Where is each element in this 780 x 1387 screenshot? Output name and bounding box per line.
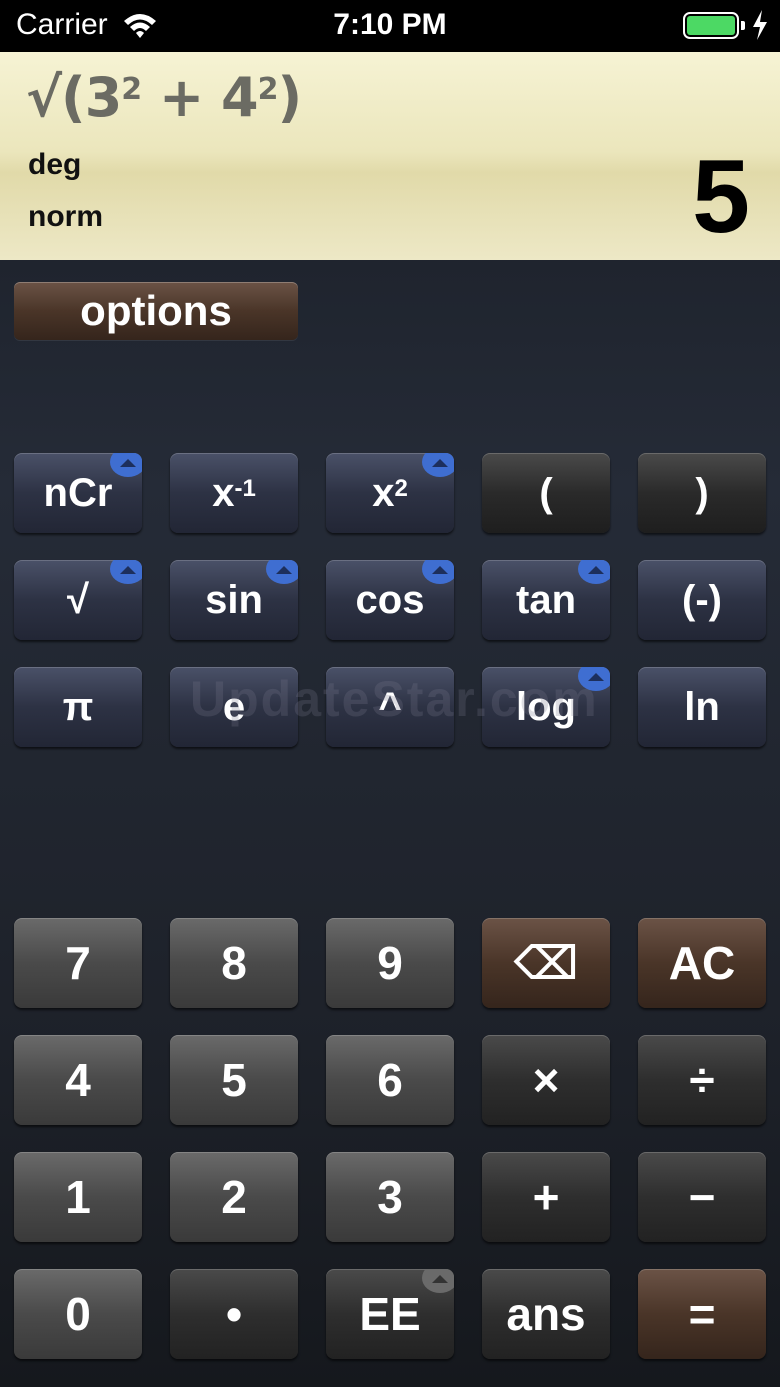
shift-indicator-icon [578, 560, 610, 584]
square-base: x [372, 471, 395, 515]
digit-4-button[interactable]: 4 [14, 1035, 142, 1125]
digit-0-button[interactable]: 0 [14, 1269, 142, 1359]
add-button[interactable]: + [482, 1152, 610, 1242]
shift-indicator-icon [266, 560, 298, 584]
tan-button[interactable]: tan [482, 560, 610, 640]
decimal-button[interactable]: • [170, 1269, 298, 1359]
digit-5-button[interactable]: 5 [170, 1035, 298, 1125]
digit-6-button[interactable]: 6 [326, 1035, 454, 1125]
ln-button[interactable]: ln [638, 667, 766, 747]
battery-tip [741, 21, 745, 30]
battery-icon [683, 12, 739, 39]
ans-button[interactable]: ans [482, 1269, 610, 1359]
digit-8-button[interactable]: 8 [170, 918, 298, 1008]
ncr-label: nCr [43, 471, 113, 515]
open-paren-button[interactable]: ( [482, 453, 610, 533]
shift-indicator-icon [110, 560, 142, 584]
expr-exp1: 2 [121, 72, 142, 107]
number-mode-label: norm [28, 200, 103, 233]
result-value: 5 [692, 139, 750, 255]
all-clear-button[interactable]: AC [638, 918, 766, 1008]
calculator-display: √(32 + 42) deg norm 5 [0, 52, 780, 260]
shift-indicator-icon [422, 1269, 454, 1293]
reciprocal-button[interactable]: x-1 [170, 453, 298, 533]
pi-button[interactable]: π [14, 667, 142, 747]
subtract-button[interactable]: − [638, 1152, 766, 1242]
watermark: UpdateStar.com [190, 671, 599, 727]
square-button[interactable]: x2 [326, 453, 454, 533]
square-exp: 2 [394, 475, 408, 502]
digit-9-button[interactable]: 9 [326, 918, 454, 1008]
close-paren-button[interactable]: ) [638, 453, 766, 533]
backspace-button[interactable]: ⌫ [482, 918, 610, 1008]
shift-indicator-icon [422, 453, 454, 477]
cos-label: cos [355, 578, 425, 622]
shift-indicator-icon [422, 560, 454, 584]
expr-exp2: 2 [257, 72, 279, 107]
expression-text: √(32 + 42) [26, 66, 302, 129]
options-button[interactable]: options [14, 282, 298, 340]
sqrt-label: √ [67, 578, 89, 622]
digit-2-button[interactable]: 2 [170, 1152, 298, 1242]
angle-mode-label: deg [28, 148, 82, 181]
digit-3-button[interactable]: 3 [326, 1152, 454, 1242]
reciprocal-base: x [212, 471, 235, 515]
charging-bolt-icon [753, 10, 767, 40]
reciprocal-exp: -1 [234, 475, 256, 502]
ee-button[interactable]: EE [326, 1269, 454, 1359]
divide-button[interactable]: ÷ [638, 1035, 766, 1125]
sqrt-button[interactable]: √ [14, 560, 142, 640]
clock: 7:10 PM [333, 8, 447, 41]
expr-mid: + 4 [141, 66, 259, 129]
negate-button[interactable]: (-) [638, 560, 766, 640]
expr-end: ) [277, 66, 302, 129]
multiply-button[interactable]: × [482, 1035, 610, 1125]
expr-root: √(3 [26, 66, 122, 129]
tan-label: tan [516, 578, 576, 622]
equals-button[interactable]: = [638, 1269, 766, 1359]
status-bar: Carrier 7:10 PM [0, 0, 780, 52]
cos-button[interactable]: cos [326, 560, 454, 640]
shift-indicator-icon [110, 453, 142, 477]
sin-button[interactable]: sin [170, 560, 298, 640]
keypad-panel: options nCr x-1 x2 ( ) √ sin cos tan (-)… [0, 260, 780, 1387]
ee-label: EE [359, 1288, 421, 1340]
digit-1-button[interactable]: 1 [14, 1152, 142, 1242]
sin-label: sin [205, 578, 263, 622]
ncr-button[interactable]: nCr [14, 453, 142, 533]
digit-7-button[interactable]: 7 [14, 918, 142, 1008]
backspace-icon: ⌫ [513, 936, 579, 990]
